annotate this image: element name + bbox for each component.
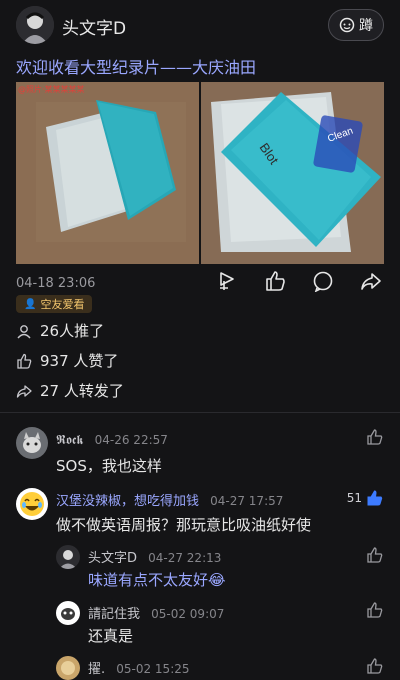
like-icon — [17, 353, 32, 369]
comment-author[interactable]: 汉堡没辣椒，想吃得加钱 — [56, 494, 199, 509]
comment-date: 04-27 17:57 — [210, 494, 284, 508]
comment-author[interactable]: 𝕽𝖔𝖈𝖐 — [56, 433, 84, 448]
like-count: 51 — [346, 491, 362, 505]
post-title: 欢迎收看大型纪录片——大庆油田 — [16, 58, 257, 77]
reply-header: 請記住我 05-02 09:07 — [88, 603, 224, 622]
stat-shares[interactable]: 27 人转发了 — [16, 380, 124, 401]
stat-pushes[interactable]: 26人推了 — [16, 320, 104, 341]
reply-date: 05-02 15:25 — [116, 662, 190, 676]
like-button[interactable]: 51 — [347, 489, 384, 507]
author-name[interactable]: 头文字D — [62, 14, 126, 39]
share-icon[interactable] — [360, 270, 382, 292]
reply-avatar[interactable] — [56, 656, 80, 680]
like-icon[interactable] — [366, 601, 384, 619]
comment-text: 做不做英语周报？那玩意比吸油纸好使 — [56, 516, 312, 534]
reply-author[interactable]: 头文字D — [88, 551, 137, 566]
comment-header: 汉堡没辣椒，想吃得加钱 04-27 17:57 — [56, 490, 283, 509]
author-avatar[interactable] — [16, 6, 54, 44]
push-icon — [17, 324, 31, 338]
reply-header: 头文字D 04-27 22:13 — [88, 547, 221, 566]
status-badge[interactable]: 👤 空友爱看 — [16, 295, 93, 313]
reply-date: 04-27 22:13 — [148, 551, 222, 565]
stat-likes[interactable]: 937 人赞了 — [16, 350, 118, 371]
comment-header: 𝕽𝖔𝖈𝖐 04-26 22:57 — [56, 429, 168, 448]
divider — [0, 412, 400, 413]
reply-author[interactable]: 擢. — [88, 662, 105, 677]
post-datetime: 04-18 23:06 — [16, 276, 96, 291]
shares-count: 27 人转发了 — [40, 382, 124, 400]
reply-text: 味道有点不太友好😂 — [88, 571, 226, 589]
like-icon[interactable] — [264, 270, 286, 292]
post-image-1[interactable]: @照片·某某某某某 — [16, 82, 199, 264]
pushes-count: 26人推了 — [40, 322, 105, 340]
badge-label: 空友爱看 — [40, 298, 85, 311]
comment-date: 04-26 22:57 — [94, 433, 168, 447]
reply-avatar[interactable] — [56, 601, 80, 625]
push-icon[interactable] — [216, 270, 238, 292]
post-image-2[interactable]: Blot Clean — [201, 82, 384, 264]
reply-date: 05-02 09:07 — [151, 607, 225, 621]
comment-text: SOS，我也这样 — [56, 457, 162, 475]
like-icon[interactable] — [366, 546, 384, 564]
reply-header: 擢. 05-02 15:25 — [88, 658, 190, 677]
person-icon: 👤 — [24, 298, 37, 310]
reply-text: 还真是 — [88, 627, 134, 645]
comment-avatar[interactable] — [16, 488, 48, 520]
follow-icon — [339, 17, 355, 33]
reply-author[interactable]: 請記住我 — [88, 607, 140, 622]
follow-label: 蹲 — [359, 18, 373, 34]
reply-avatar[interactable] — [56, 545, 80, 569]
likes-count: 937 人赞了 — [40, 352, 119, 370]
like-icon — [367, 490, 383, 506]
share-icon — [16, 384, 32, 398]
comment-avatar[interactable] — [16, 427, 48, 459]
like-icon[interactable] — [366, 428, 384, 446]
image-watermark: @照片·某某某某某 — [18, 85, 85, 94]
like-icon[interactable] — [366, 657, 384, 675]
follow-button[interactable]: 蹲 — [328, 9, 384, 41]
comment-icon[interactable] — [312, 270, 334, 292]
